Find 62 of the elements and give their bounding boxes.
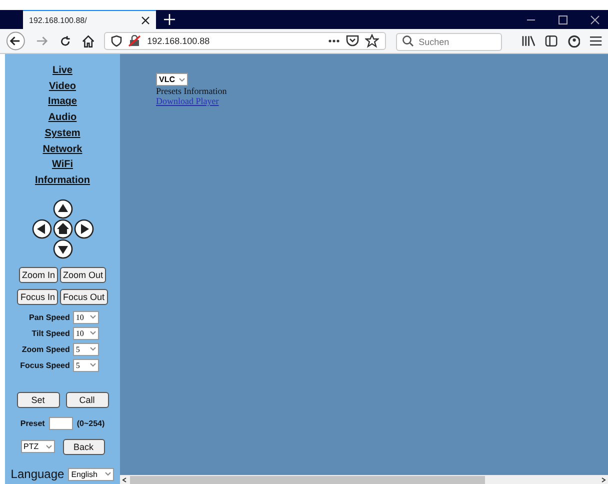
- account-icon[interactable]: [568, 34, 580, 48]
- horizontal-scrollbar[interactable]: [120, 475, 608, 484]
- more-icon[interactable]: [328, 39, 340, 43]
- speed-label: Focus Speed: [20, 360, 70, 370]
- nav-link[interactable]: Live: [52, 64, 72, 78]
- menu-icon[interactable]: [590, 36, 602, 46]
- preset-button[interactable]: Set: [16, 392, 60, 408]
- home-icon[interactable]: [52, 218, 72, 239]
- speed-label: Tilt Speed: [32, 328, 70, 338]
- preset-label: Preset: [20, 418, 45, 428]
- focus-button[interactable]: Focus In: [17, 288, 58, 305]
- close-icon[interactable]: [590, 14, 600, 24]
- maximize-icon[interactable]: [558, 14, 568, 24]
- focus-button[interactable]: Focus Out: [60, 288, 108, 305]
- preset-button[interactable]: Call: [66, 392, 108, 408]
- back-icon[interactable]: [6, 31, 26, 51]
- plus-icon[interactable]: [164, 14, 175, 25]
- close-icon[interactable]: [141, 16, 150, 24]
- chevron-icon: [179, 78, 185, 82]
- chevron-icon: [90, 363, 96, 368]
- chevron-icon: [90, 315, 96, 320]
- zoom-button[interactable]: Zoom Out: [60, 266, 106, 283]
- home-icon[interactable]: [82, 34, 94, 48]
- scroll-left-icon: [122, 476, 128, 482]
- forward-icon[interactable]: [35, 34, 49, 48]
- chevron-icon: [90, 347, 96, 352]
- nav-link[interactable]: Audio: [48, 111, 77, 125]
- zoom-button[interactable]: Zoom In: [18, 266, 58, 283]
- chevron-icon: [46, 444, 52, 449]
- speed-select[interactable]: 10: [72, 310, 99, 324]
- nav-link[interactable]: System: [44, 126, 80, 141]
- back-button[interactable]: Back: [62, 438, 104, 455]
- speed-label: Zoom Speed: [22, 344, 70, 354]
- presets-info: Presets Information: [156, 86, 227, 96]
- address-bar[interactable]: 192.168.100.88: [104, 32, 386, 50]
- language-label: Language: [10, 467, 64, 481]
- star-icon[interactable]: [364, 34, 379, 48]
- nav-link[interactable]: Information: [35, 174, 90, 188]
- chevron-icon: [105, 472, 112, 476]
- chevron-icon: [90, 331, 96, 336]
- reload-icon[interactable]: [58, 34, 72, 48]
- browser-tab[interactable]: 192.168.100.88/: [23, 10, 156, 29]
- sidebar-icon[interactable]: [545, 35, 558, 47]
- search-field[interactable]: Suchen: [396, 33, 502, 51]
- pocket-icon[interactable]: [346, 35, 359, 47]
- preset-field[interactable]: [48, 416, 73, 430]
- language-select[interactable]: English: [68, 468, 114, 480]
- shield-icon: [111, 35, 122, 47]
- insecure-lock-icon: [128, 35, 142, 47]
- nav-link[interactable]: Network: [42, 142, 82, 156]
- scroll-right-icon: [600, 476, 606, 482]
- nav-link[interactable]: Image: [48, 95, 77, 110]
- preset-range: (0~254): [76, 418, 105, 428]
- speed-select[interactable]: 5: [72, 358, 99, 372]
- mode-select[interactable]: PTZ: [20, 440, 54, 454]
- nav-link[interactable]: WiFi: [52, 158, 73, 172]
- player-select[interactable]: VLC: [156, 73, 188, 86]
- nav-link[interactable]: Video: [48, 80, 76, 94]
- library-icon[interactable]: [522, 35, 536, 47]
- speed-label: Pan Speed: [28, 312, 70, 322]
- speed-select[interactable]: 10: [72, 326, 99, 340]
- speed-select[interactable]: 5: [72, 342, 99, 356]
